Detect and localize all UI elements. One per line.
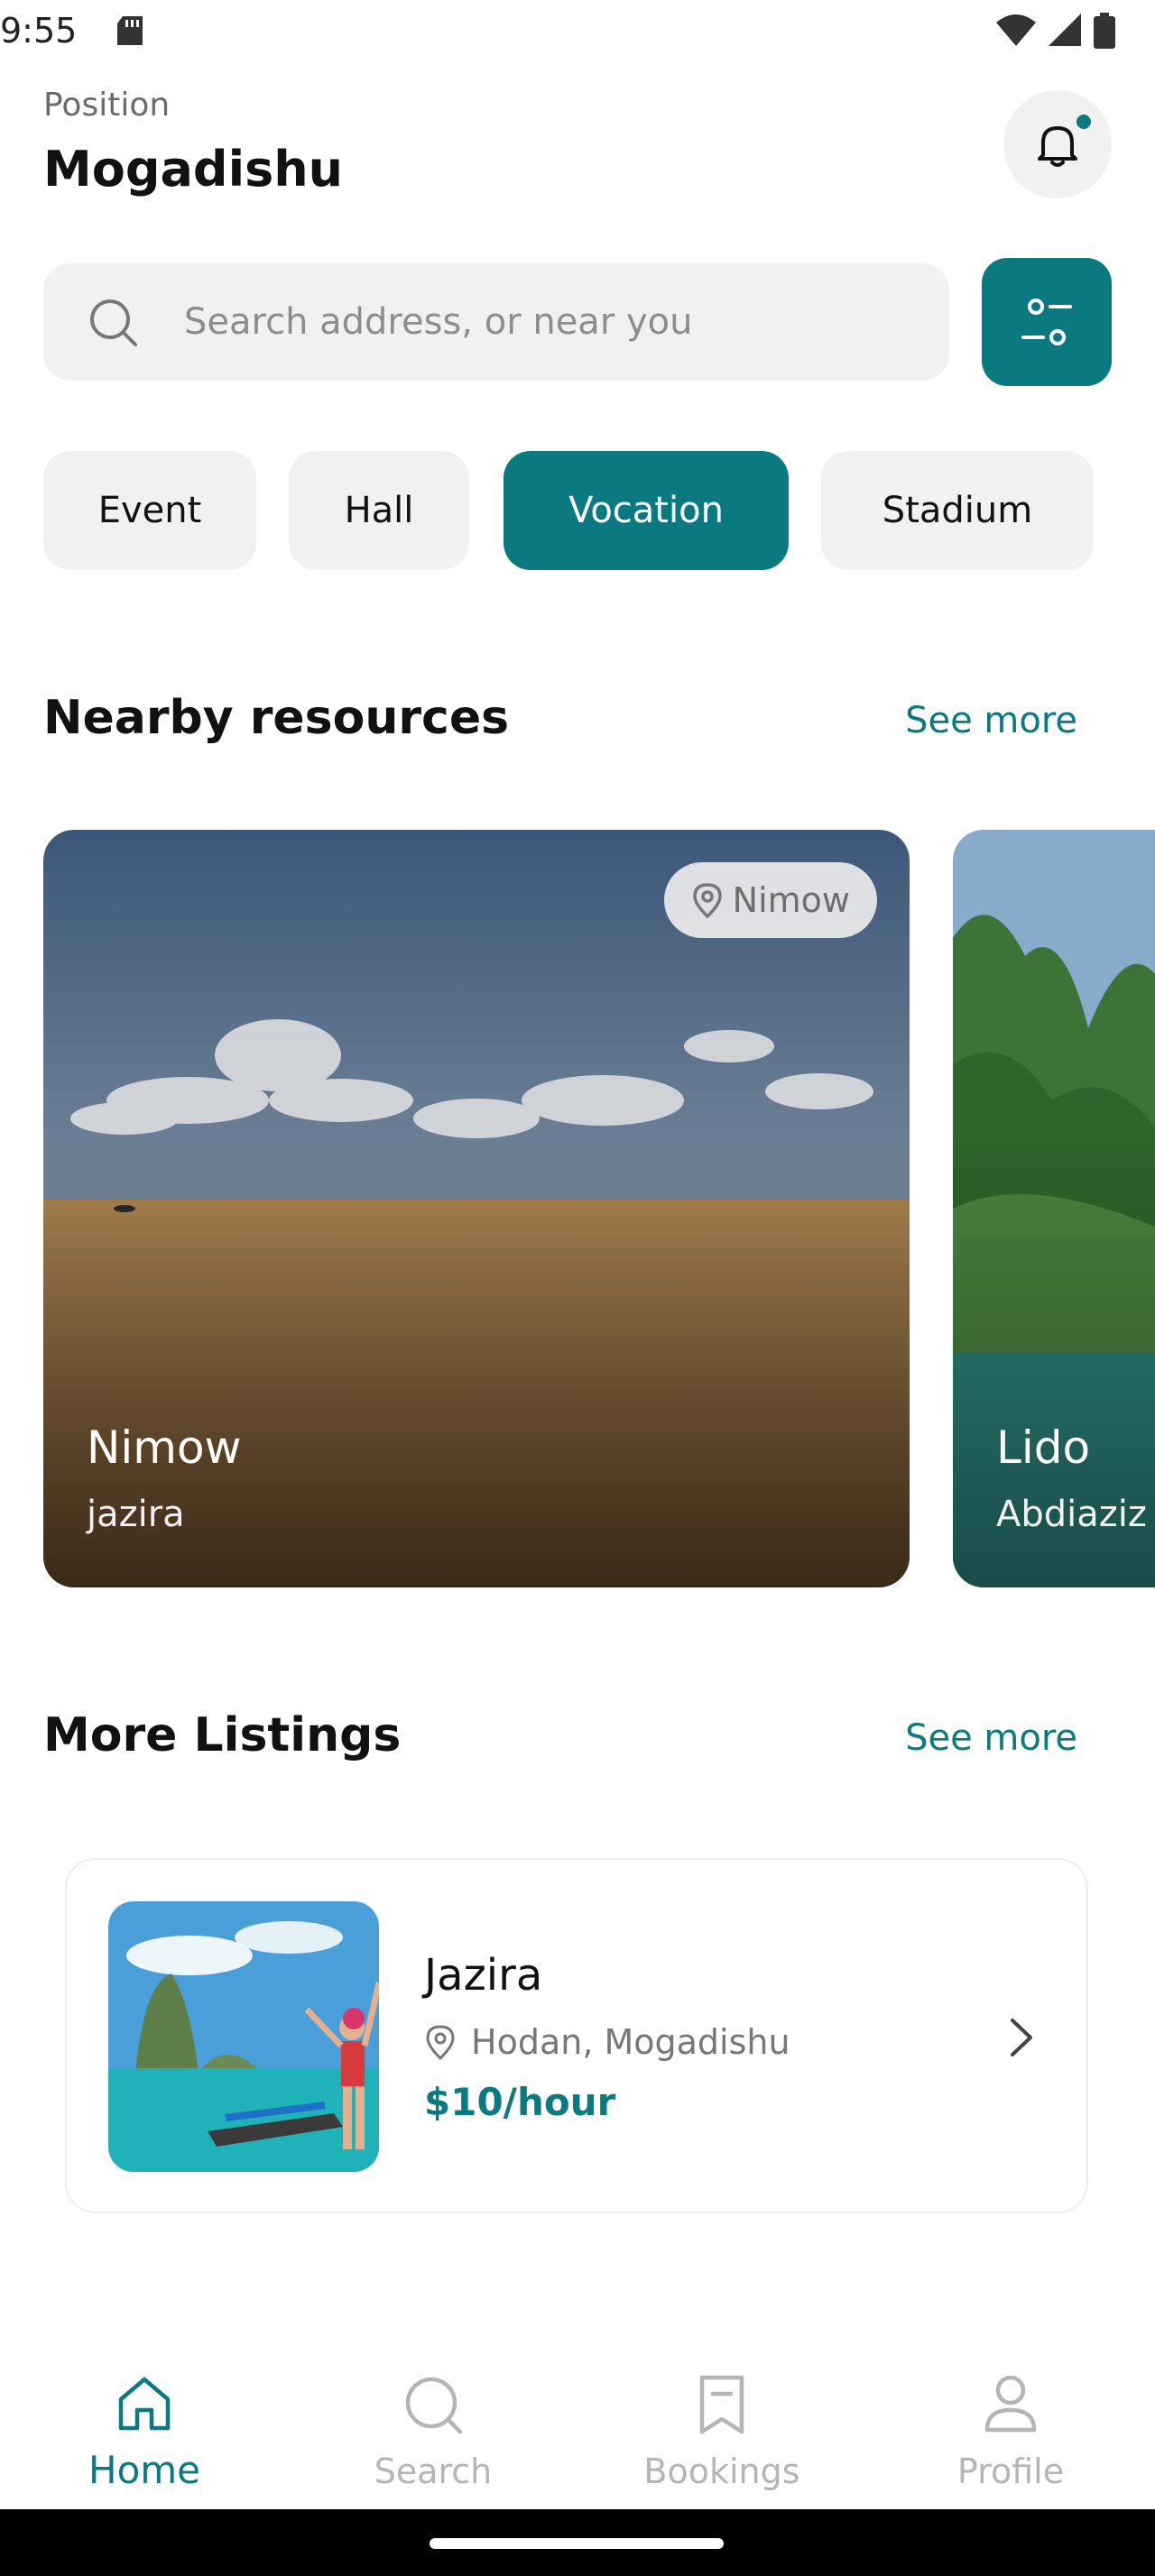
search-icon: [405, 2377, 463, 2434]
gesture-bar: [0, 2509, 1155, 2576]
card-subtitle: Abdiaziz: [996, 1494, 1147, 1535]
wifi-icon: [996, 14, 1036, 46]
home-icon: [118, 2377, 171, 2431]
listings-see-more-link[interactable]: See more: [905, 1717, 1077, 1759]
notifications-button[interactable]: [1003, 90, 1112, 198]
signal-icon: [1049, 14, 1081, 46]
filter-icon: [1021, 299, 1072, 345]
nav-search[interactable]: Search: [343, 2374, 523, 2500]
status-bar: 9:55: [0, 0, 1155, 65]
listings-title: More Listings: [43, 1708, 402, 1762]
notification-badge: [1074, 112, 1094, 132]
card-overlay: [953, 830, 1155, 1587]
listing-price: $10/hour: [424, 2080, 616, 2124]
card-overlay: [43, 830, 910, 1587]
listing-location: Hodan, Mogadishu: [471, 2022, 790, 2062]
nearby-see-more-link[interactable]: See more: [905, 700, 1077, 741]
nav-profile[interactable]: Profile: [920, 2374, 1101, 2500]
chip-event[interactable]: Event: [43, 451, 256, 570]
location-tag: Nimow: [663, 862, 877, 938]
chip-hall[interactable]: Hall: [289, 451, 469, 570]
search-input[interactable]: [184, 292, 924, 352]
resource-card[interactable]: Nimow Nimow jazira: [43, 830, 910, 1587]
card-subtitle: jazira: [87, 1494, 185, 1535]
card-title: Nimow: [87, 1421, 242, 1474]
sd-card-icon: [117, 16, 143, 45]
position-label: Position: [43, 87, 171, 124]
listing-image: [108, 1901, 379, 2172]
nearby-title: Nearby resources: [43, 691, 510, 745]
listing-title: Jazira: [424, 1950, 543, 2001]
chip-stadium[interactable]: Stadium: [821, 451, 1094, 570]
profile-icon: [984, 2375, 1037, 2433]
battery-icon: [1094, 13, 1115, 49]
filter-button[interactable]: [982, 258, 1112, 386]
nav-profile-label: Profile: [956, 2452, 1065, 2491]
resource-card[interactable]: Lido Abdiaziz: [953, 830, 1155, 1587]
search-icon: [90, 299, 137, 346]
bookmark-icon: [699, 2375, 744, 2434]
map-pin-icon: [426, 2025, 455, 2060]
current-city[interactable]: Mogadishu: [43, 141, 343, 198]
nav-home-label: Home: [88, 2448, 201, 2492]
nav-home[interactable]: Home: [54, 2374, 235, 2500]
location-tag-label: Nimow: [732, 880, 850, 920]
bottom-navigation: Home Search Bookings Profile: [0, 2349, 1155, 2509]
search-bar[interactable]: [43, 263, 949, 381]
tropical-photo: [108, 1901, 379, 2172]
nav-bookings-label: Bookings: [643, 2452, 800, 2491]
home-gesture-handle[interactable]: [430, 2538, 724, 2549]
chevron-right-icon[interactable]: [1005, 2015, 1038, 2060]
status-icons: [996, 13, 1115, 49]
listing-card[interactable]: Jazira Hodan, Mogadishu $10/hour: [65, 1858, 1088, 2213]
chip-vocation[interactable]: Vocation: [504, 451, 789, 570]
status-time: 9:55: [0, 11, 78, 51]
map-pin-icon: [692, 883, 722, 918]
nav-bookings[interactable]: Bookings: [632, 2374, 812, 2500]
card-title: Lido: [996, 1421, 1091, 1474]
nav-search-label: Search: [374, 2452, 493, 2491]
